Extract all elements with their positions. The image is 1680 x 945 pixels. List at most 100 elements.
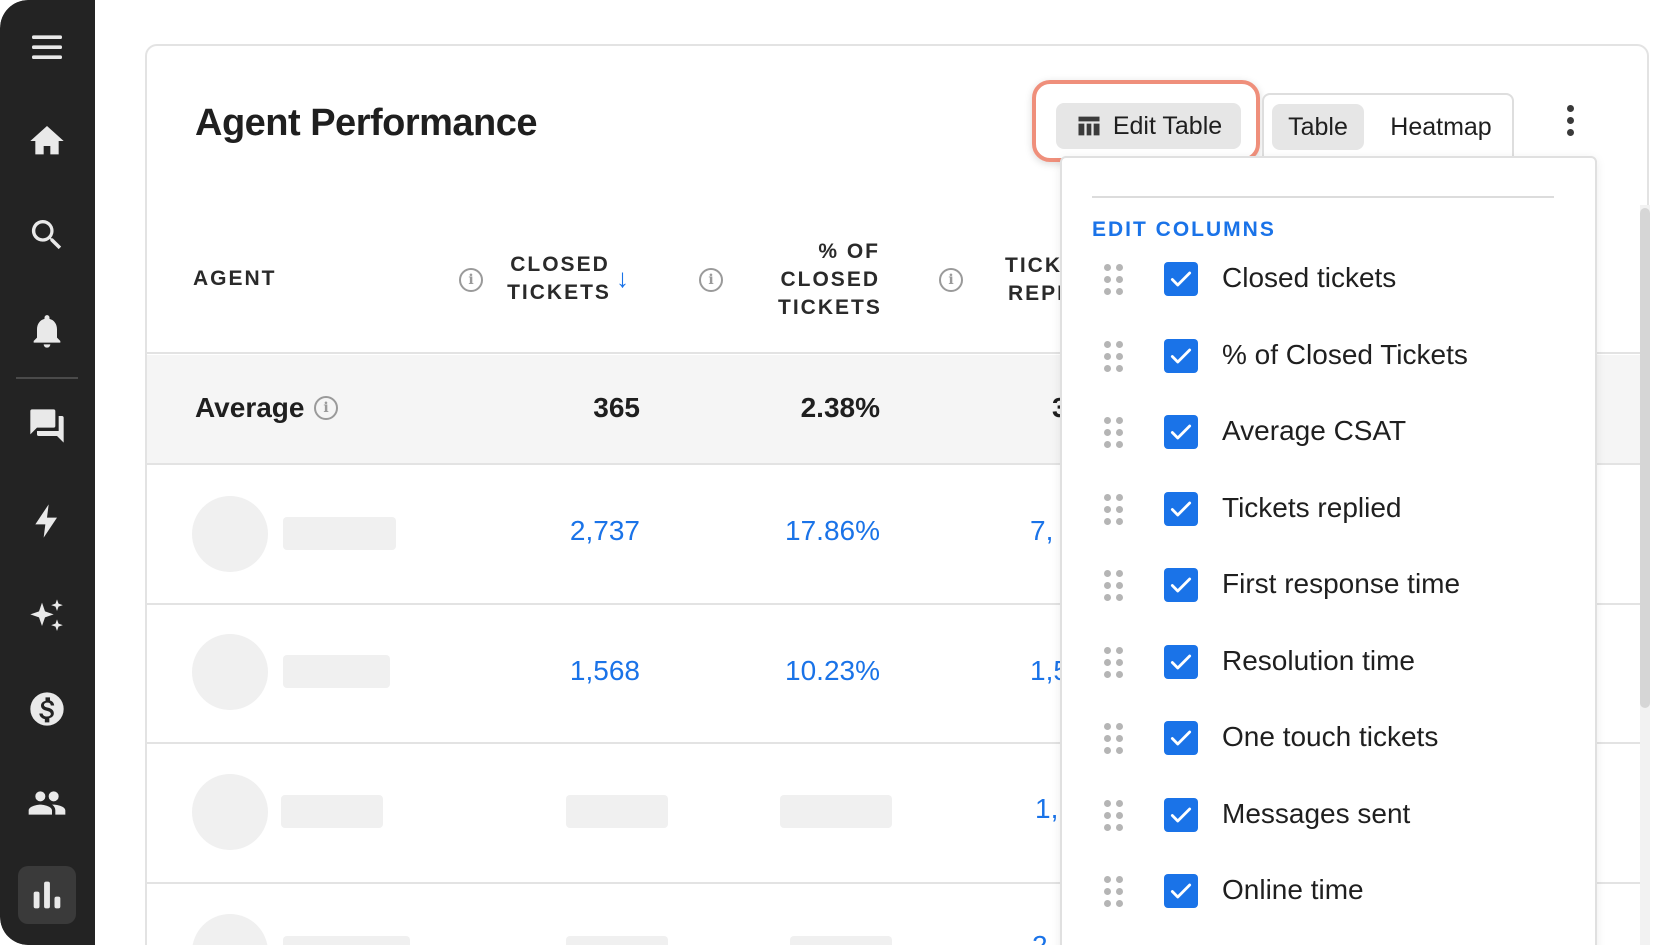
chat-icon[interactable] [18,397,76,455]
checkbox[interactable] [1164,797,1198,832]
header-closed-tickets-1[interactable]: CLOSED [505,251,615,279]
check-icon [1170,883,1192,899]
bolt-icon[interactable] [18,492,76,550]
agent-name-placeholder [283,936,410,945]
column-option-label: Average CSAT [1222,415,1407,446]
agent-name-placeholder [283,517,396,550]
row-1-pct-closed[interactable]: 17.86% [740,515,880,547]
edit-table-button[interactable]: Edit Table [1056,103,1241,149]
check-icon [1170,271,1192,287]
drag-handle-icon[interactable] [1104,876,1124,908]
check-icon [1170,577,1192,593]
drag-handle-icon[interactable] [1104,799,1124,832]
header-pct-closed-2[interactable]: CLOSED [778,266,880,294]
sidebar [0,0,95,945]
more-options-icon[interactable] [1555,100,1585,140]
check-icon [1170,807,1192,822]
search-icon[interactable] [18,206,76,264]
agent-name-placeholder [281,795,383,828]
drag-handle-icon[interactable] [1104,417,1124,449]
users-icon[interactable] [18,774,76,832]
checkbox[interactable] [1164,262,1198,296]
column-option-label: Tickets replied [1222,491,1402,523]
column-option[interactable]: One touch tickets [1092,713,1562,763]
info-icon[interactable]: i [939,268,963,292]
check-icon [1170,654,1192,669]
checkbox[interactable] [1164,874,1198,908]
checkbox[interactable] [1164,721,1198,755]
info-icon[interactable]: i [314,396,338,420]
value-placeholder [780,795,892,828]
average-label: Average [195,392,305,423]
column-option-label: % of Closed Tickets [1222,338,1468,370]
page-title: Agent Performance [195,102,538,144]
drag-handle-icon[interactable] [1104,570,1124,602]
scrollbar-thumb[interactable] [1640,208,1650,708]
row-2-pct-closed[interactable]: 10.23% [740,655,880,687]
header-pct-closed-3[interactable]: TICKETS [778,294,880,322]
column-option-label: First response time [1222,568,1461,599]
edit-columns-dropdown: EDIT COLUMNS Closed tickets % of Closed T… [1060,156,1597,945]
header-pct-closed-1[interactable]: % OF [778,238,880,266]
value-placeholder [790,936,892,945]
app-window: Agent Performance Edit Table Table Heatm… [0,0,1680,945]
column-option-label: Online time [1222,874,1364,905]
avatar [192,634,268,710]
checkbox[interactable] [1164,568,1198,602]
drag-handle-icon[interactable] [1104,493,1124,526]
sparkles-icon[interactable] [18,587,76,645]
dropdown-divider [1092,196,1554,198]
checkbox[interactable] [1164,415,1198,449]
column-option[interactable]: First response time [1092,560,1562,610]
edit-table-label: Edit Table [1112,111,1223,140]
header-agent[interactable]: AGENT [193,265,277,293]
tab-table[interactable]: Table [1272,104,1364,150]
header-tickets-replied-2[interactable]: REPI [1008,280,1065,308]
column-option-label: One touch tickets [1222,721,1439,752]
info-icon[interactable]: i [699,268,723,292]
column-option[interactable]: Online time [1092,866,1562,916]
column-option-label: Resolution time [1222,644,1415,676]
agent-name-placeholder [283,655,390,688]
value-placeholder [566,795,668,828]
drag-handle-icon[interactable] [1104,340,1124,373]
avatar [192,496,268,572]
checkbox[interactable] [1164,491,1198,526]
table-icon [1078,116,1100,136]
column-option-label: Closed tickets [1222,262,1397,293]
drag-handle-icon[interactable] [1104,646,1124,679]
chart-icon[interactable] [18,866,76,924]
column-option[interactable]: % of Closed Tickets [1092,331,1562,381]
header-closed-tickets-2[interactable]: TICKETS [503,279,615,307]
row-2-closed-tickets[interactable]: 1,568 [520,655,640,687]
dollar-icon[interactable] [18,680,76,738]
value-placeholder [566,936,668,945]
average-closed-tickets: 365 [593,392,640,423]
info-icon[interactable]: i [459,268,483,292]
checkbox[interactable] [1164,338,1198,373]
check-icon [1170,501,1192,516]
header-tickets-replied-1[interactable]: TICK [1005,252,1062,280]
check-icon [1170,730,1192,746]
bell-icon[interactable] [18,302,76,360]
menu-icon[interactable] [18,18,76,76]
column-option[interactable]: Messages sent [1092,790,1562,840]
column-option[interactable]: Average CSAT [1092,407,1562,457]
column-option[interactable]: Tickets replied [1092,484,1562,534]
checkbox[interactable] [1164,644,1198,679]
sidebar-divider [16,377,78,379]
column-option[interactable]: Resolution time [1092,637,1562,687]
column-option-label: Messages sent [1222,797,1411,829]
avatar [192,774,268,850]
average-pct-closed: 2.38% [800,392,880,423]
tab-heatmap[interactable]: Heatmap [1376,104,1506,150]
edit-columns-heading: EDIT COLUMNS [1092,218,1276,241]
sort-arrow-icon[interactable]: ↓ [616,263,629,294]
home-icon[interactable] [18,112,76,170]
view-toggle: Table Heatmap [1262,93,1514,159]
row-1-closed-tickets[interactable]: 2,737 [520,515,640,547]
drag-handle-icon[interactable] [1104,723,1124,755]
check-icon [1170,424,1192,440]
column-option[interactable]: Closed tickets [1092,254,1562,304]
drag-handle-icon[interactable] [1104,264,1124,296]
